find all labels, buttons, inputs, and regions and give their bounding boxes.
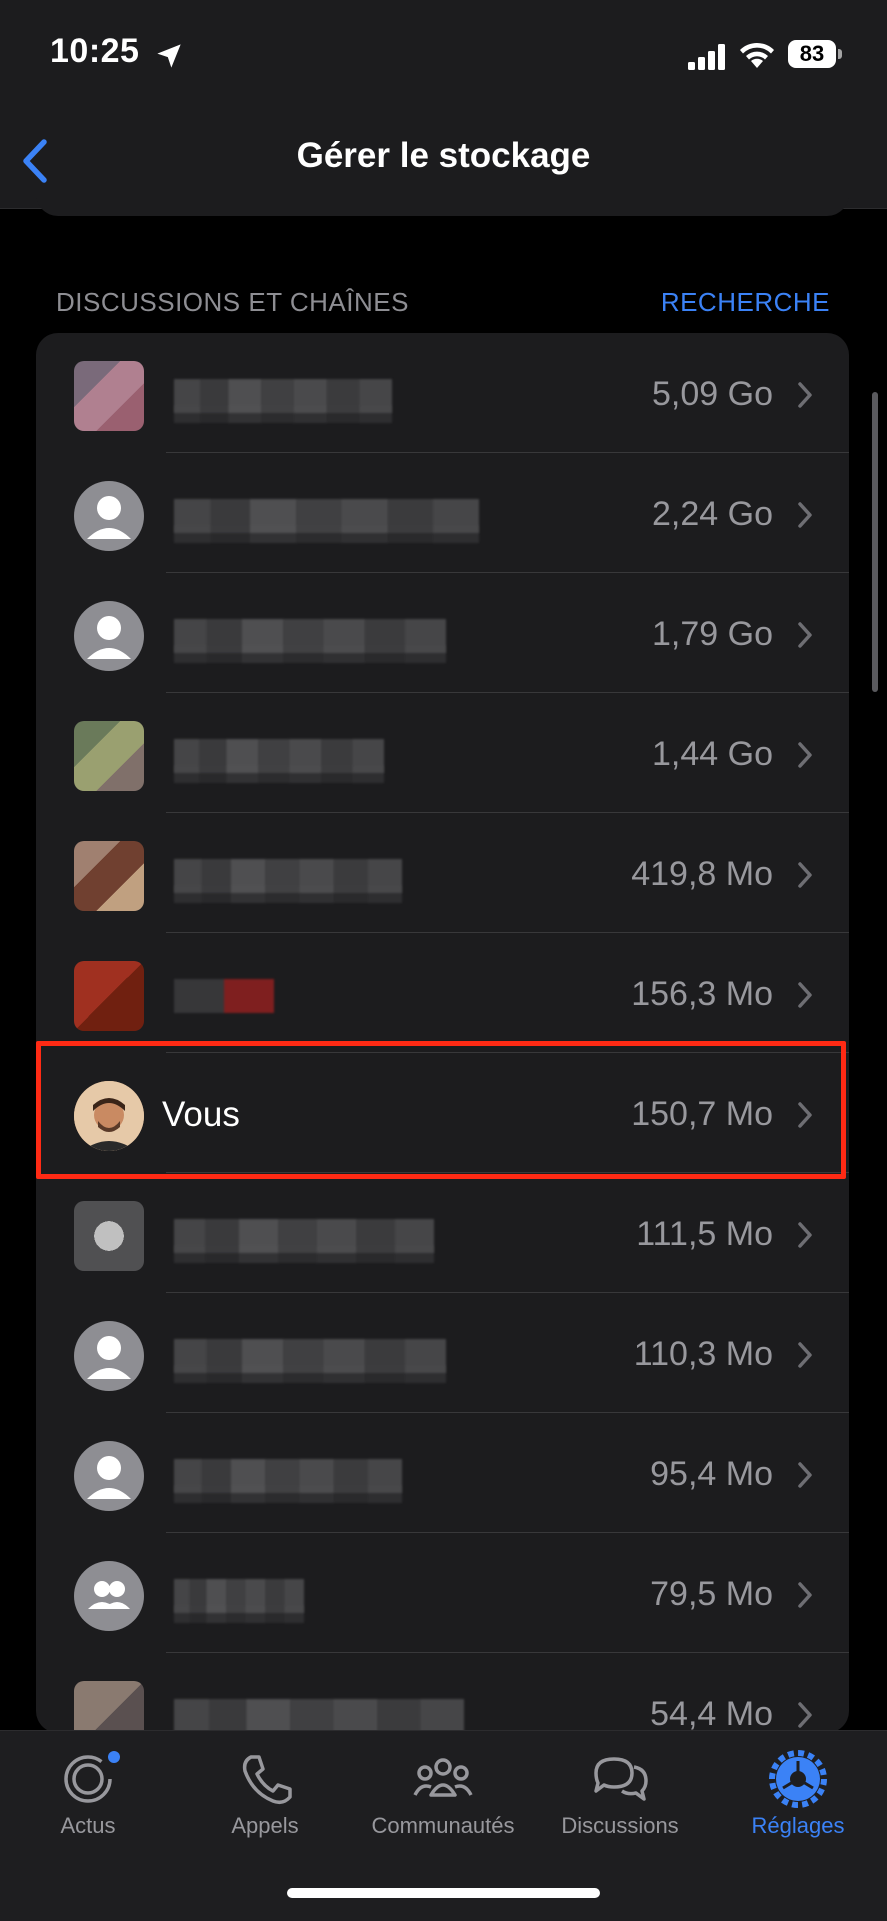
home-indicator (287, 1888, 600, 1898)
location-arrow-icon (157, 44, 181, 68)
list-item[interactable]: 110,3 Mo (36, 1293, 849, 1413)
chevron-right-icon (798, 1462, 812, 1488)
chevron-right-icon (798, 622, 812, 648)
storage-size: 419,8 Mo (631, 855, 773, 893)
storage-size: 1,44 Go (652, 735, 773, 773)
storage-size: 156,3 Mo (631, 975, 773, 1013)
default-person-avatar-icon (74, 601, 144, 671)
tab-label: Communautés (371, 1813, 515, 1838)
chat-name (174, 1699, 464, 1733)
storage-size: 1,79 Go (652, 615, 773, 653)
default-person-avatar-icon (74, 1441, 144, 1511)
section-header: DISCUSSIONS ET CHAÎNES (56, 287, 409, 317)
storage-list: 5,09 Go 2,24 Go 1,79 Go 1,44 Go 419,8 Mo… (36, 333, 849, 1733)
chevron-right-icon (798, 982, 812, 1008)
chevron-right-icon (798, 742, 812, 768)
status-time: 10:25 (50, 32, 140, 70)
tab-communautes[interactable]: Communautés (363, 1749, 523, 1859)
storage-size: 5,09 Go (652, 375, 773, 413)
default-person-avatar-icon (74, 481, 144, 551)
storage-size: 111,5 Mo (636, 1215, 773, 1253)
storage-size: 110,3 Mo (633, 1335, 773, 1373)
list-item[interactable]: 1,44 Go (36, 693, 849, 813)
communities-icon (413, 1758, 473, 1797)
battery-level: 83 (788, 40, 836, 68)
tab-discussions[interactable]: Discussions (540, 1749, 700, 1859)
chevron-right-icon (798, 1222, 812, 1248)
avatar (74, 841, 144, 911)
chevron-right-icon (798, 502, 812, 528)
list-item[interactable]: 54,4 Mo (36, 1653, 849, 1733)
highlight-annotation (36, 1041, 846, 1179)
cellular-signal-icon (688, 44, 725, 70)
avatar (74, 1681, 144, 1733)
storage-size: 95,4 Mo (650, 1455, 773, 1493)
chevron-right-icon (798, 1582, 812, 1608)
wifi-icon (740, 42, 774, 68)
list-item[interactable]: 79,5 Mo (36, 1533, 849, 1653)
page-title: Gérer le stockage (296, 136, 591, 175)
default-group-avatar-icon (74, 1561, 144, 1631)
battery-icon: 83 (788, 40, 844, 70)
scrollbar[interactable] (872, 392, 878, 692)
list-item[interactable]: 419,8 Mo (36, 813, 849, 933)
chevron-right-icon (798, 382, 812, 408)
phone-icon (242, 1755, 292, 1805)
tab-appels[interactable]: Appels (185, 1749, 345, 1859)
avatar (74, 1201, 144, 1271)
list-item[interactable]: 111,5 Mo (36, 1173, 849, 1293)
list-item[interactable]: 156,3 Mo (36, 933, 849, 1053)
chevron-right-icon (798, 1342, 812, 1368)
chat-name (174, 979, 274, 1013)
previous-section-card (36, 190, 849, 216)
chevron-right-icon (798, 862, 812, 888)
list-item[interactable]: 95,4 Mo (36, 1413, 849, 1533)
avatar (74, 361, 144, 431)
settings-gear-icon (769, 1750, 827, 1808)
tab-label: Actus (60, 1813, 116, 1838)
default-person-avatar-icon (74, 1321, 144, 1391)
notification-dot (108, 1751, 120, 1763)
list-item[interactable]: 2,24 Go (36, 453, 849, 573)
tab-label: Appels (231, 1813, 299, 1838)
storage-size: 79,5 Mo (650, 1575, 773, 1613)
chats-icon (594, 1757, 648, 1801)
status-bar: 10:25 83 (0, 0, 887, 110)
chevron-right-icon (798, 1702, 812, 1728)
tab-label: Discussions (561, 1813, 679, 1838)
avatar (74, 961, 144, 1031)
list-item[interactable]: 1,79 Go (36, 573, 849, 693)
list-item[interactable]: 5,09 Go (36, 333, 849, 453)
search-link[interactable]: RECHERCHE (661, 287, 830, 318)
storage-size: 54,4 Mo (650, 1695, 773, 1733)
tab-label: Réglages (751, 1813, 845, 1838)
storage-size: 2,24 Go (652, 495, 773, 533)
tab-actus[interactable]: Actus (8, 1749, 168, 1859)
tab-reglages[interactable]: Réglages (718, 1749, 878, 1859)
avatar (74, 721, 144, 791)
